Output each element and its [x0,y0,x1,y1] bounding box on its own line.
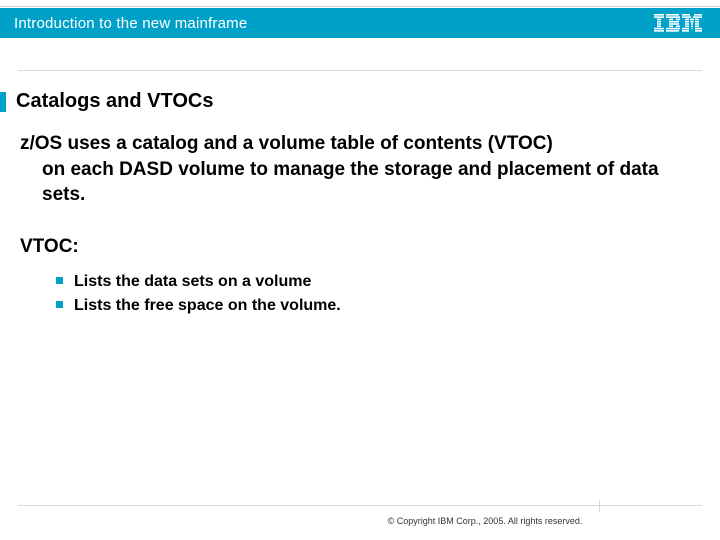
bullet-list: Lists the data sets on a volume Lists th… [56,270,702,318]
header-title: Introduction to the new mainframe [14,15,247,32]
slide-title-row: Catalogs and VTOCs [18,90,702,113]
bullet-text: Lists the data sets on a volume [74,273,311,290]
body-line-1: z/OS uses a catalog and a volume table o… [20,133,553,154]
top-rule [0,6,720,7]
bullet-text: Lists the free space on the volume. [74,297,341,314]
section-label: VTOC: [20,236,702,258]
footer-tick [599,500,600,512]
list-item: Lists the free space on the volume. [56,294,702,318]
ibm-logo-svg [654,14,702,32]
content-area: Catalogs and VTOCs z/OS uses a catalog a… [18,90,702,318]
slide-title: Catalogs and VTOCs [16,90,213,113]
ibm-logo-icon [654,14,702,32]
header-separator [18,70,702,71]
list-item: Lists the data sets on a volume [56,270,702,294]
copyright-text: © Copyright IBM Corp., 2005. All rights … [0,516,720,526]
header-bar: Introduction to the new mainframe [0,8,720,38]
title-accent-bar [0,92,6,112]
body-paragraph: z/OS uses a catalog and a volume table o… [20,131,702,208]
body-continuation: on each DASD volume to manage the storag… [20,157,702,208]
slide: Introduction to the new mainframe [0,0,720,540]
